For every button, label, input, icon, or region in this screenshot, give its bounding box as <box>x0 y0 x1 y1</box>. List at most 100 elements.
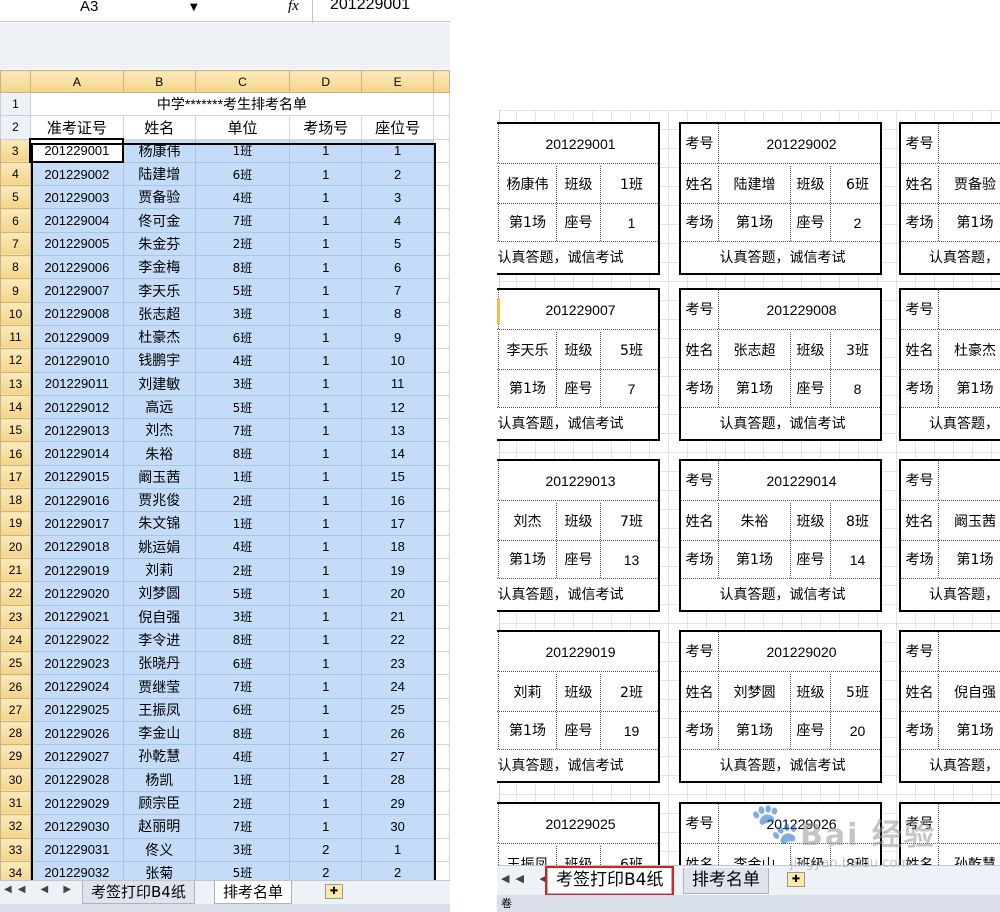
class-cell[interactable]: 2班 <box>194 488 291 513</box>
name-cell[interactable]: 赵丽明 <box>122 814 196 839</box>
room-cell[interactable]: 1 <box>289 721 363 746</box>
slip-cell[interactable]: 姓名 <box>681 166 719 203</box>
class-cell[interactable]: 2班 <box>194 557 291 583</box>
class-cell[interactable]: 4班 <box>194 534 291 559</box>
slip-cell[interactable]: 班级 <box>557 674 601 711</box>
row-header[interactable]: 14 <box>0 394 31 420</box>
class-cell[interactable]: 2班 <box>194 231 291 257</box>
slip-cell[interactable]: 姓名 <box>901 503 939 540</box>
slip-cell[interactable]: 陆建增 <box>719 166 791 203</box>
seat-cell[interactable]: 18 <box>361 534 435 559</box>
cell[interactable] <box>433 115 450 140</box>
slip-cell[interactable]: 第1场 <box>499 370 557 407</box>
sheet-title-cell[interactable]: 中学*******考生排考名单 <box>29 91 435 117</box>
cell[interactable] <box>433 557 450 583</box>
name-cell[interactable]: 刘杰 <box>122 418 196 443</box>
slip-cell[interactable]: 201229002 <box>719 124 884 163</box>
slip-cell[interactable]: 201229013 <box>499 461 662 500</box>
class-cell[interactable]: 3班 <box>194 371 291 396</box>
slip-cell[interactable]: 1班 <box>601 166 662 203</box>
tab-exam-roster-right[interactable]: 排考名单 <box>683 868 769 894</box>
name-cell[interactable]: 陆建增 <box>122 161 196 187</box>
seat-cell[interactable]: 25 <box>361 697 435 723</box>
room-cell[interactable]: 1 <box>289 255 363 280</box>
worksheet-table[interactable]: A B C D E 1 中学*******考生排考名单 2 准考证号 姓名 单位… <box>0 70 450 909</box>
seat-cell[interactable]: 29 <box>361 790 435 816</box>
worksheet-grid[interactable]: A B C D E 1 中学*******考生排考名单 2 准考证号 姓名 单位… <box>0 70 450 909</box>
slip-cell[interactable]: 5班 <box>601 332 662 369</box>
name-cell[interactable]: 高远 <box>122 394 196 420</box>
id-cell[interactable]: 201229022 <box>29 627 124 653</box>
seat-cell[interactable]: 13 <box>361 418 435 443</box>
slip-cell[interactable]: 座号 <box>791 541 831 578</box>
room-cell[interactable]: 1 <box>289 534 363 559</box>
class-cell[interactable]: 3班 <box>194 301 291 326</box>
row-header[interactable]: 17 <box>0 464 31 490</box>
slip-cell[interactable]: 考号 <box>901 124 939 163</box>
seat-cell[interactable]: 24 <box>361 674 435 699</box>
name-cell[interactable]: 杨康伟 <box>122 138 196 163</box>
id-cell[interactable]: 201229008 <box>29 301 124 326</box>
cell[interactable] <box>433 697 450 723</box>
row-header[interactable]: 32 <box>0 814 31 839</box>
seat-cell[interactable]: 19 <box>361 557 435 583</box>
select-all-corner[interactable] <box>0 70 31 93</box>
slip-cell[interactable]: 考号 <box>681 290 719 329</box>
room-cell[interactable]: 1 <box>289 301 363 326</box>
class-cell[interactable]: 4班 <box>194 744 291 769</box>
name-cell[interactable]: 李天乐 <box>122 278 196 303</box>
slip-cell[interactable]: 认真答题，诚信考试 <box>681 579 884 612</box>
seat-cell[interactable]: 28 <box>361 767 435 792</box>
cell[interactable] <box>433 534 450 559</box>
slip-cell[interactable]: 认真答题，诚信考试 <box>497 408 662 441</box>
slip-cell[interactable]: 认真答题，诚信考试 <box>497 242 662 275</box>
slip-cell[interactable]: 姓名 <box>681 332 719 369</box>
slip-cell[interactable]: 第1场 <box>499 204 557 241</box>
slip-cell[interactable]: 13 <box>601 541 662 578</box>
tab-exam-slip-b4[interactable]: 考签打印B4纸 <box>82 881 195 904</box>
seat-cell[interactable]: 8 <box>361 301 435 326</box>
cell[interactable] <box>433 161 450 187</box>
slip-cell[interactable]: 考号 <box>681 804 719 843</box>
cell[interactable] <box>433 418 450 443</box>
id-cell[interactable]: 201229005 <box>29 231 124 257</box>
id-cell[interactable]: 201229031 <box>29 837 124 862</box>
cell[interactable] <box>433 721 450 746</box>
id-cell[interactable]: 201229011 <box>29 371 124 396</box>
slip-cell[interactable]: 考号 <box>681 461 719 500</box>
seat-cell[interactable]: 21 <box>361 604 435 629</box>
header-cell[interactable]: 单位 <box>194 115 291 140</box>
tab-exam-roster[interactable]: 排考名单 <box>214 881 293 904</box>
row-header[interactable]: 5 <box>0 185 31 210</box>
id-cell[interactable]: 201229027 <box>29 744 124 769</box>
slip-cell[interactable]: 201229020 <box>719 632 884 671</box>
insert-sheet-icon-right[interactable]: ✚ <box>787 872 805 887</box>
cell[interactable] <box>433 231 450 257</box>
slip-cell[interactable]: 姓名 <box>901 674 939 711</box>
class-cell[interactable]: 7班 <box>194 418 291 443</box>
column-header-b[interactable]: B <box>122 70 196 93</box>
id-cell[interactable]: 201229001 <box>29 138 125 164</box>
id-cell[interactable]: 201229014 <box>29 441 124 466</box>
class-cell[interactable]: 7班 <box>194 208 291 233</box>
slip-cell[interactable]: 李天乐 <box>499 332 557 369</box>
seat-cell[interactable]: 9 <box>361 324 435 350</box>
class-cell[interactable]: 1班 <box>194 138 291 163</box>
cell[interactable] <box>433 301 450 326</box>
class-cell[interactable]: 7班 <box>194 814 291 839</box>
cell[interactable] <box>433 324 450 350</box>
class-cell[interactable]: 1班 <box>194 511 291 536</box>
slip-cell[interactable]: 考号 <box>681 632 719 671</box>
name-cell[interactable]: 佟可金 <box>122 208 196 233</box>
room-cell[interactable]: 1 <box>289 557 363 583</box>
room-cell[interactable]: 1 <box>289 697 363 723</box>
slip-cell[interactable]: 认真答题， <box>901 242 1000 275</box>
slip-cell[interactable]: 刘莉 <box>499 674 557 711</box>
exam-slip-card[interactable]: 考号20姓名贾备验考场第1场认真答题， <box>899 122 1000 275</box>
name-cell[interactable]: 佟义 <box>122 837 196 862</box>
room-cell[interactable]: 1 <box>289 161 363 187</box>
slip-cell[interactable]: 20 <box>939 804 1000 843</box>
row-header[interactable]: 15 <box>0 418 31 443</box>
class-cell[interactable]: 8班 <box>194 441 291 466</box>
id-cell[interactable]: 201229018 <box>29 534 124 559</box>
